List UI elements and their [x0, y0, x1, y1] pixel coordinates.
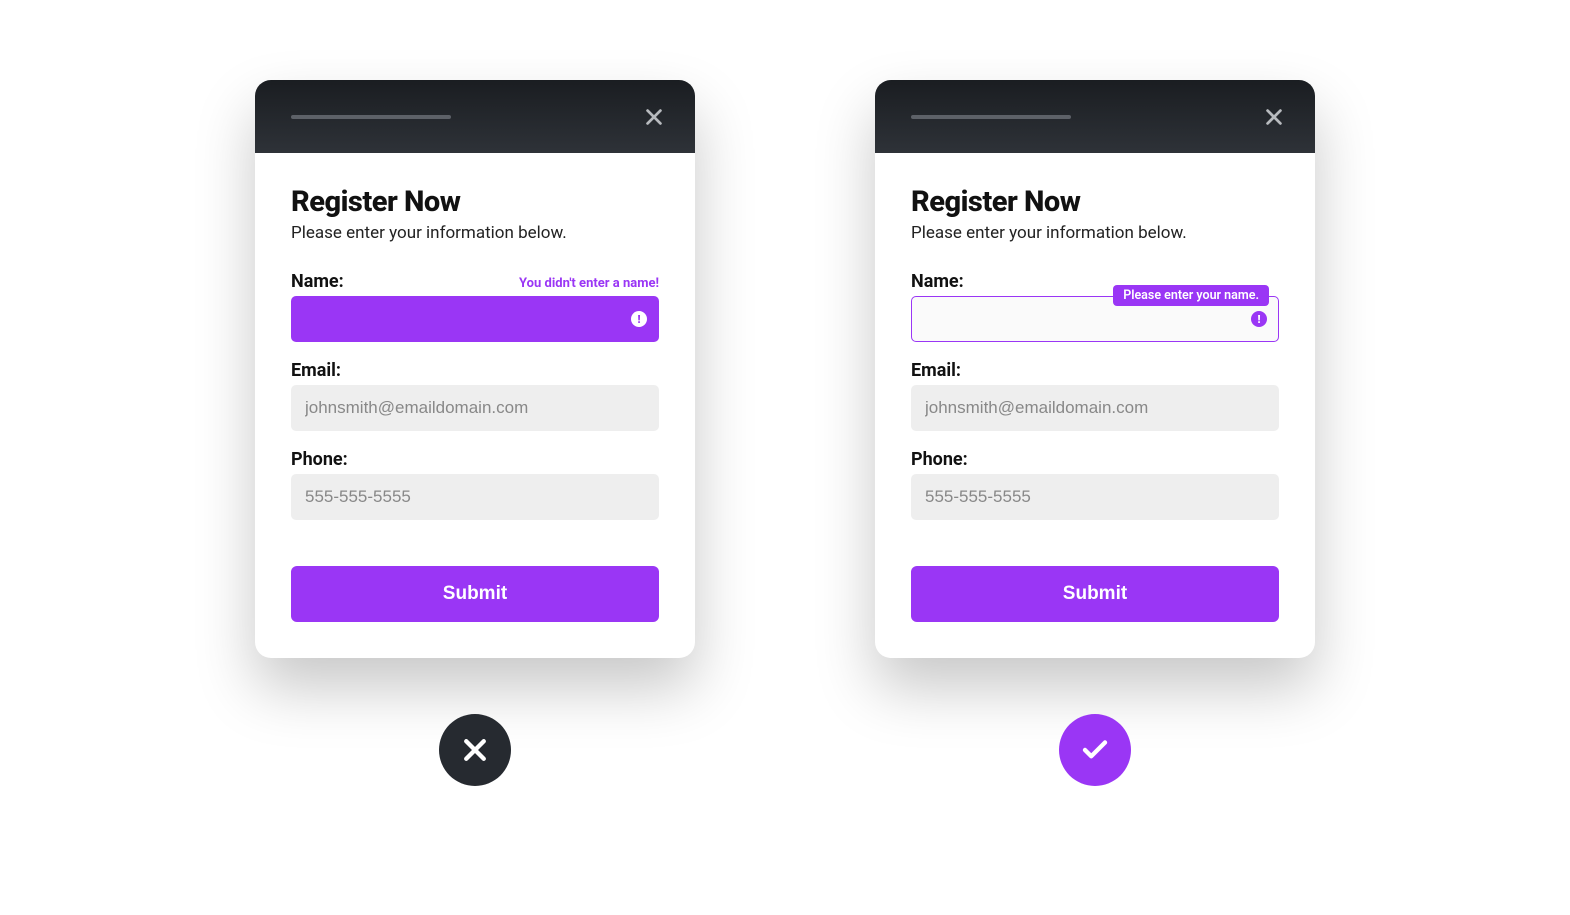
name-field: Name: Please enter your name. !: [911, 271, 1279, 342]
verdict-good-icon: [1059, 714, 1131, 786]
header-placeholder-line: [291, 115, 451, 119]
phone-input[interactable]: [291, 474, 659, 520]
name-input[interactable]: [291, 296, 659, 342]
phone-field: Phone:: [911, 449, 1279, 520]
submit-button[interactable]: Submit: [291, 566, 659, 622]
submit-button[interactable]: Submit: [911, 566, 1279, 622]
close-icon[interactable]: [1263, 106, 1285, 128]
email-label: Email:: [911, 360, 961, 381]
bad-example: Register Now Please enter your informati…: [255, 80, 695, 786]
modal-body: Register Now Please enter your informati…: [255, 153, 695, 658]
email-input[interactable]: [291, 385, 659, 431]
modal-body: Register Now Please enter your informati…: [875, 153, 1315, 658]
header-placeholder-line: [911, 115, 1071, 119]
modal-card: Register Now Please enter your informati…: [875, 80, 1315, 658]
phone-field: Phone:: [291, 449, 659, 520]
name-label: Name:: [291, 271, 344, 292]
alert-icon: !: [631, 311, 647, 327]
email-label: Email:: [291, 360, 341, 381]
alert-icon: !: [1251, 311, 1267, 327]
name-field: Name: You didn't enter a name! !: [291, 271, 659, 342]
name-error-chip: Please enter your name.: [1113, 285, 1269, 306]
name-error-text: You didn't enter a name!: [519, 276, 659, 291]
email-field: Email:: [291, 360, 659, 431]
modal-subtitle: Please enter your information below.: [291, 223, 659, 243]
name-label: Name:: [911, 271, 964, 292]
email-field: Email:: [911, 360, 1279, 431]
verdict-bad-icon: [439, 714, 511, 786]
modal-card: Register Now Please enter your informati…: [255, 80, 695, 658]
modal-title: Register Now: [291, 185, 659, 219]
modal-header: [875, 80, 1315, 153]
phone-label: Phone:: [911, 449, 968, 470]
email-input[interactable]: [911, 385, 1279, 431]
modal-title: Register Now: [911, 185, 1279, 219]
close-icon[interactable]: [643, 106, 665, 128]
modal-subtitle: Please enter your information below.: [911, 223, 1279, 243]
phone-label: Phone:: [291, 449, 348, 470]
good-example: Register Now Please enter your informati…: [875, 80, 1315, 786]
phone-input[interactable]: [911, 474, 1279, 520]
modal-header: [255, 80, 695, 153]
